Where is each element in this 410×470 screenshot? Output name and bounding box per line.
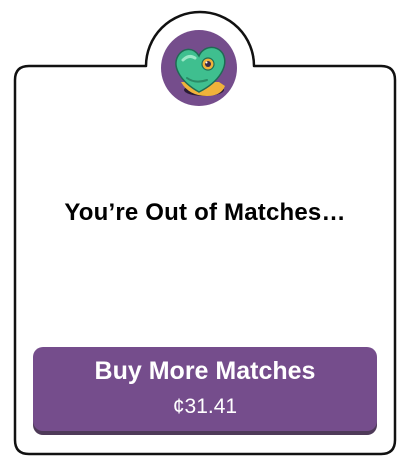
dialog-title: You’re Out of Matches…	[64, 199, 346, 226]
buy-more-matches-button[interactable]: Buy More Matches ¢31.41	[33, 347, 377, 431]
out-of-matches-dialog: You’re Out of Matches… Buy More Matches …	[0, 0, 410, 470]
matches-heart-icon	[159, 24, 239, 112]
buy-button-price: ¢31.41	[172, 395, 238, 418]
buy-button-label: Buy More Matches	[94, 357, 316, 385]
